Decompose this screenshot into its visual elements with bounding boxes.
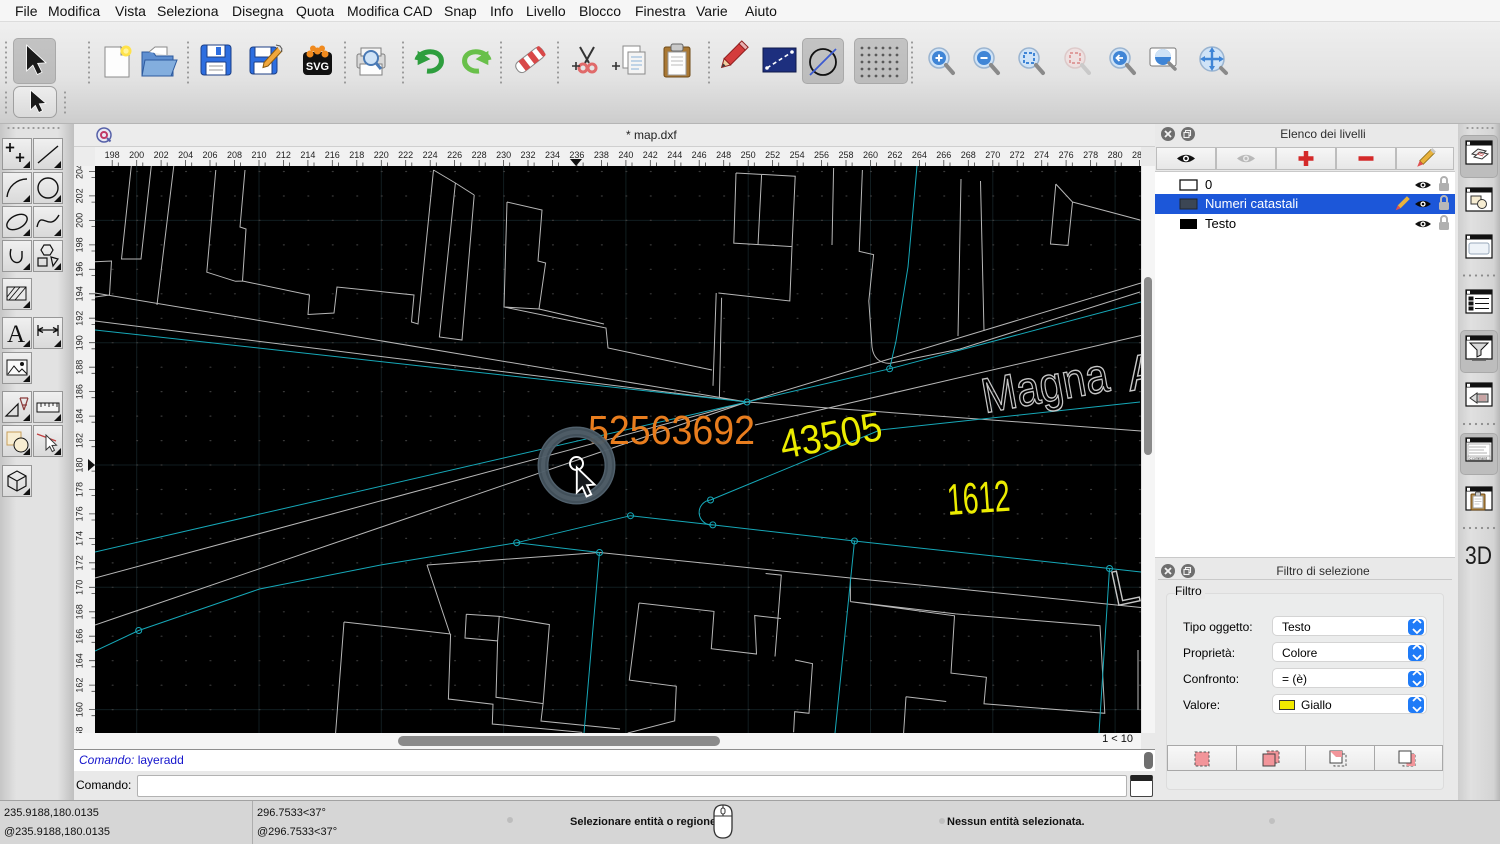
svg-text:c:command: c:command <box>1470 456 1488 460</box>
svg-text:262: 262 <box>887 150 902 160</box>
svg-text:210: 210 <box>251 150 266 160</box>
svg-text:232: 232 <box>520 150 535 160</box>
svg-text:228: 228 <box>472 150 487 160</box>
svg-text:198: 198 <box>75 237 85 252</box>
svg-text:270: 270 <box>985 150 1000 160</box>
svg-text:190: 190 <box>75 335 85 350</box>
svg-text:168: 168 <box>75 604 85 619</box>
svg-text:164: 164 <box>75 653 85 668</box>
svg-text:252: 252 <box>765 150 780 160</box>
svg-text:254: 254 <box>790 150 805 160</box>
svg-text:206: 206 <box>202 150 217 160</box>
svg-text:3D: 3D <box>1465 542 1492 570</box>
svg-text:282: 282 <box>1132 150 1141 160</box>
svg-text:250: 250 <box>741 150 756 160</box>
svg-text:196: 196 <box>75 262 85 277</box>
svg-text:214: 214 <box>300 150 315 160</box>
svg-text:234: 234 <box>545 150 560 160</box>
svg-text:178: 178 <box>75 482 85 497</box>
svg-text:202: 202 <box>154 150 169 160</box>
svg-text:192: 192 <box>75 311 85 326</box>
svg-text:188: 188 <box>75 360 85 375</box>
svg-text:A: A <box>7 321 25 348</box>
svg-text:198: 198 <box>105 150 120 160</box>
svg-text:240: 240 <box>618 150 633 160</box>
svg-text:266: 266 <box>936 150 951 160</box>
svg-text:184: 184 <box>75 409 85 424</box>
svg-text:244: 244 <box>667 150 682 160</box>
svg-text:204: 204 <box>178 150 193 160</box>
svg-text:230: 230 <box>496 150 511 160</box>
svg-text:SVG: SVG <box>306 61 329 73</box>
svg-text:258: 258 <box>838 150 853 160</box>
svg-text:202: 202 <box>75 188 85 203</box>
svg-text:180: 180 <box>75 457 85 472</box>
svg-text:272: 272 <box>1010 150 1025 160</box>
svg-text:218: 218 <box>349 150 364 160</box>
svg-text:220: 220 <box>374 150 389 160</box>
svg-text:280: 280 <box>1108 150 1123 160</box>
svg-text:Elenco dei livelli: Elenco dei livelli <box>1280 127 1365 141</box>
svg-text:268: 268 <box>961 150 976 160</box>
svg-text:200: 200 <box>75 213 85 228</box>
svg-text:260: 260 <box>863 150 878 160</box>
svg-text:176: 176 <box>75 506 85 521</box>
svg-text:274: 274 <box>1034 150 1049 160</box>
svg-text:52563692: 52563692 <box>588 407 755 453</box>
svg-text:224: 224 <box>423 150 438 160</box>
svg-text:204: 204 <box>75 166 85 179</box>
svg-text:170: 170 <box>75 580 85 595</box>
svg-text:222: 222 <box>398 150 413 160</box>
svg-text:226: 226 <box>447 150 462 160</box>
svg-text:278: 278 <box>1083 150 1098 160</box>
svg-text:212: 212 <box>276 150 291 160</box>
svg-text:166: 166 <box>75 629 85 644</box>
svg-text:200: 200 <box>129 150 144 160</box>
svg-text:208: 208 <box>227 150 242 160</box>
svg-text:162: 162 <box>75 678 85 693</box>
svg-text:246: 246 <box>692 150 707 160</box>
svg-text:238: 238 <box>594 150 609 160</box>
svg-text:160: 160 <box>75 702 85 717</box>
svg-text:264: 264 <box>912 150 927 160</box>
svg-text:276: 276 <box>1059 150 1074 160</box>
svg-text:174: 174 <box>75 531 85 546</box>
svg-text:194: 194 <box>75 286 85 301</box>
svg-text:172: 172 <box>75 555 85 570</box>
svg-text:256: 256 <box>814 150 829 160</box>
svg-text:186: 186 <box>75 384 85 399</box>
svg-text:236: 236 <box>569 150 584 160</box>
svg-text:1612: 1612 <box>945 472 1011 525</box>
svg-text:182: 182 <box>75 433 85 448</box>
svg-text:Filtro di selezione: Filtro di selezione <box>1276 564 1370 578</box>
svg-text:248: 248 <box>716 150 731 160</box>
svg-text:242: 242 <box>643 150 658 160</box>
svg-text:216: 216 <box>325 150 340 160</box>
